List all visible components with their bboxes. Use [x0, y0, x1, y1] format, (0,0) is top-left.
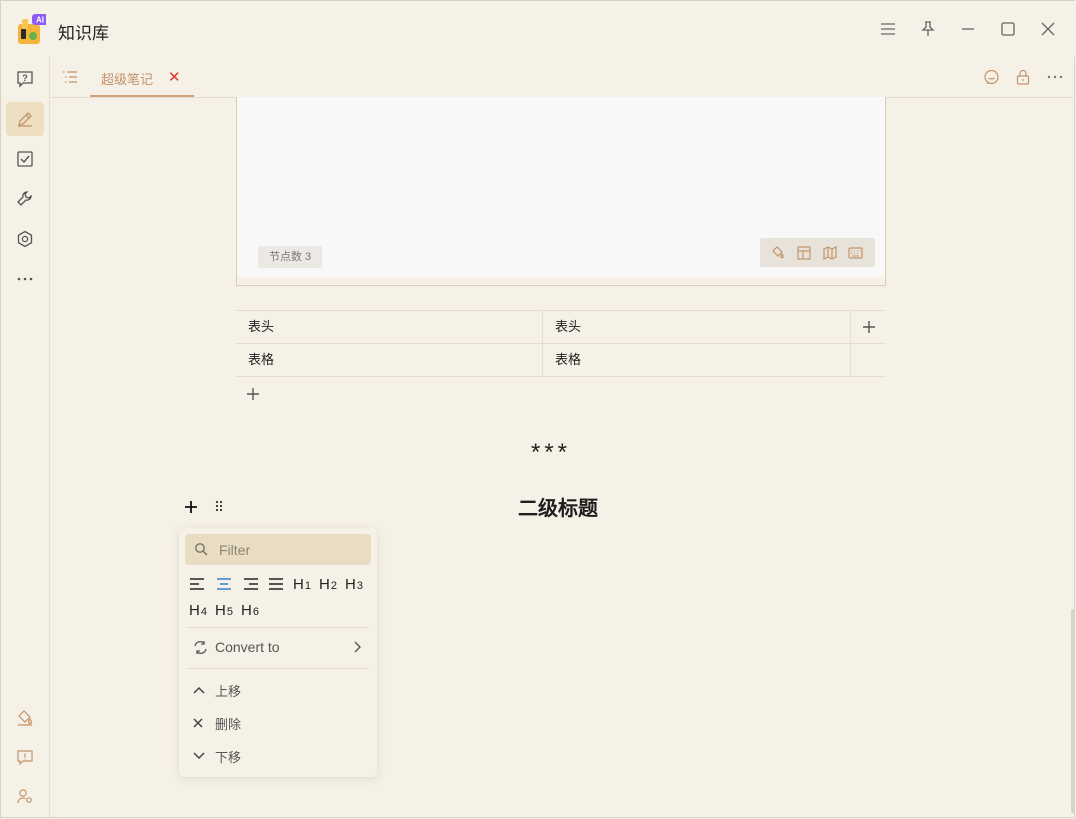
sidebar-item-tools[interactable]: [6, 182, 44, 216]
move-down-item[interactable]: 下移: [187, 742, 369, 770]
table-cell[interactable]: 表格: [236, 344, 543, 376]
sidebar-item-theme[interactable]: [6, 701, 44, 735]
svg-text:?: ?: [22, 73, 28, 83]
checkbox-icon: [17, 151, 33, 167]
align-left-icon[interactable]: [187, 573, 207, 595]
align-right-icon[interactable]: [241, 573, 261, 595]
lock-icon[interactable]: [1013, 67, 1033, 87]
sidebar-item-qa[interactable]: ?: [6, 62, 44, 96]
heading-3-button[interactable]: H3: [343, 573, 365, 595]
feedback-icon: [17, 750, 33, 765]
tab-bar: 超级笔记 ✕: [50, 57, 1075, 98]
heading-6-button[interactable]: H6: [239, 599, 261, 621]
drag-handle-icon[interactable]: [212, 498, 226, 514]
menu-divider: [187, 668, 369, 669]
chevron-down-icon: [187, 752, 215, 760]
add-column-button[interactable]: [852, 311, 886, 343]
delete-label: 删除: [215, 716, 242, 732]
scrollbar-thumb[interactable]: [1071, 609, 1075, 813]
table-header-cell[interactable]: 表头: [543, 311, 851, 343]
menu-icon[interactable]: [876, 17, 900, 41]
tab-super-note[interactable]: 超级笔记 ✕: [90, 57, 194, 97]
sidebar-item-tasks[interactable]: [6, 142, 44, 176]
add-row-button[interactable]: [244, 385, 261, 402]
heading-2[interactable]: 二级标题: [518, 492, 598, 521]
table-header-cell[interactable]: 表头: [236, 311, 543, 343]
keyboard-icon[interactable]: [847, 244, 864, 261]
more-options-icon[interactable]: [1045, 67, 1065, 87]
left-sidebar: ?: [1, 57, 50, 818]
title-bar: AI 知识库: [1, 1, 1075, 57]
app-logo-icon: AI: [16, 14, 48, 46]
minimize-icon[interactable]: [956, 17, 980, 41]
user-settings-icon: [17, 789, 32, 804]
convert-to-item[interactable]: Convert to: [187, 633, 369, 661]
hexagon-settings-icon: [17, 230, 33, 248]
tab-label: 超级笔记: [101, 72, 154, 87]
wrench-icon: [17, 191, 32, 206]
pencil-icon: [18, 112, 32, 127]
question-chat-icon: ?: [17, 71, 33, 88]
tab-active-indicator: [90, 95, 194, 97]
node-count-badge: 节点数 3: [258, 246, 323, 268]
close-icon: [187, 718, 215, 728]
convert-arrows-icon: [187, 640, 215, 655]
mindmap-toolbar: [760, 238, 875, 267]
map-icon[interactable]: [821, 244, 838, 261]
move-up-label: 上移: [215, 683, 242, 699]
app-title: 知识库: [58, 24, 109, 43]
align-center-icon[interactable]: [214, 573, 234, 595]
pin-icon[interactable]: [916, 17, 940, 41]
filter-input[interactable]: [219, 534, 364, 565]
maximize-icon[interactable]: [996, 17, 1020, 41]
vertical-scrollbar[interactable]: [1071, 97, 1075, 817]
sidebar-item-more[interactable]: [6, 262, 44, 296]
comment-icon[interactable]: [981, 67, 1001, 87]
table-block: 表头 表头 表格 表格: [236, 310, 886, 377]
table-row: 表头 表头: [236, 311, 886, 344]
heading-2-button[interactable]: H2: [317, 573, 339, 595]
block-context-menu: H1 H2 H3 H4 H5 H6 Convert to 上移 删除: [179, 528, 377, 777]
table-cell[interactable]: 表格: [543, 344, 851, 376]
convert-label: Convert to: [215, 639, 280, 655]
filter-box: [185, 534, 371, 565]
app-window: AI 知识库 ? 超级笔记 ✕ 节点数 3 表头 表头 表格 表格 *** 二级…: [0, 0, 1075, 818]
layout-icon[interactable]: [795, 244, 812, 261]
align-justify-icon[interactable]: [266, 573, 286, 595]
table-row: 表格 表格: [236, 344, 886, 377]
more-dots-icon: [17, 277, 33, 281]
delete-item[interactable]: 删除: [187, 709, 369, 737]
chevron-up-icon: [187, 686, 215, 694]
heading-4-button[interactable]: H4: [187, 599, 209, 621]
chevron-right-icon: [354, 641, 361, 653]
svg-text:AI: AI: [36, 16, 44, 25]
move-down-label: 下移: [215, 749, 242, 765]
menu-divider: [187, 627, 369, 628]
tab-close-icon[interactable]: ✕: [168, 68, 181, 86]
sidebar-item-notes[interactable]: [6, 102, 44, 136]
horizontal-rule: ***: [531, 439, 572, 466]
add-block-button[interactable]: [182, 498, 200, 516]
sidebar-item-account[interactable]: [6, 779, 44, 813]
mindmap-block[interactable]: 节点数 3: [236, 97, 886, 286]
heading-5-button[interactable]: H5: [213, 599, 235, 621]
paint-bucket-icon[interactable]: [769, 244, 786, 261]
search-icon: [195, 543, 208, 556]
sidebar-item-settings[interactable]: [6, 222, 44, 256]
close-window-icon[interactable]: [1036, 17, 1060, 41]
sidebar-item-feedback[interactable]: [6, 740, 44, 774]
paint-bucket-icon: [18, 710, 33, 726]
outline-toggle-icon[interactable]: [60, 67, 80, 87]
move-up-item[interactable]: 上移: [187, 676, 369, 704]
heading-1-button[interactable]: H1: [291, 573, 313, 595]
